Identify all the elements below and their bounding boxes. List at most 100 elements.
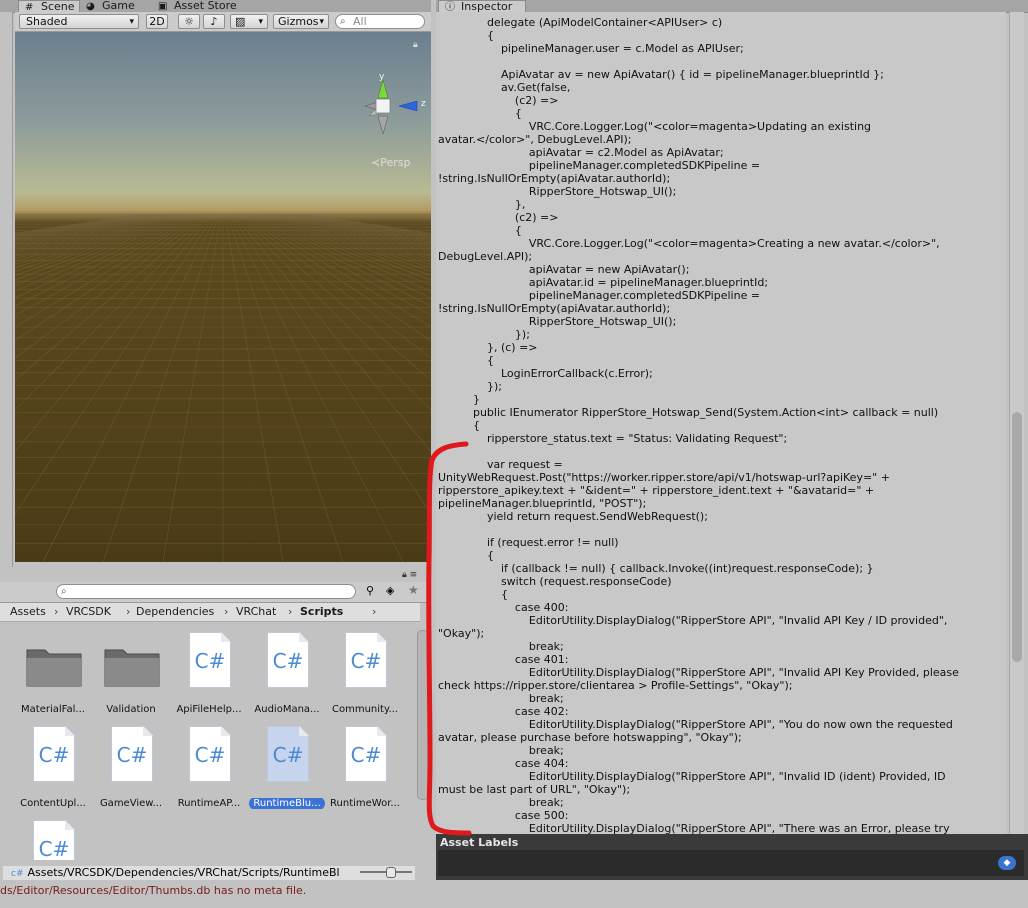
csharp-script-icon: C# bbox=[111, 726, 153, 782]
breadcrumb-item[interactable]: VRChat bbox=[236, 603, 276, 621]
code-line: ripperstore_apikey.text + "&ident=" + ri… bbox=[438, 484, 875, 497]
lock-icon[interactable]: 🔒︎ bbox=[413, 40, 418, 50]
code-line: (c2) => bbox=[438, 94, 559, 107]
grid-line bbox=[15, 213, 202, 316]
console-status-bar[interactable]: ds/Editor/Resources/Editor/Thumbs.db has… bbox=[0, 882, 1028, 900]
grid-line bbox=[15, 213, 190, 276]
console-status-text: ds/Editor/Resources/Editor/Thumbs.db has… bbox=[0, 884, 307, 897]
effects-dropdown[interactable]: ▨ bbox=[230, 14, 268, 29]
orientation-gizmo[interactable]: y z bbox=[363, 72, 431, 142]
tag-icon[interactable]: ◆ bbox=[998, 856, 1016, 870]
code-line: apiAvatar.id = pipelineManager.blueprint… bbox=[438, 276, 769, 289]
code-line: pipelineManager.user = c.Model as APIUse… bbox=[438, 42, 744, 55]
asset-grid-scrollbar[interactable] bbox=[417, 630, 429, 800]
asset-label-text: Community... bbox=[332, 704, 398, 715]
code-line: }); bbox=[438, 380, 502, 393]
code-line: { bbox=[438, 588, 508, 601]
csharp-script-icon: C# bbox=[345, 726, 387, 782]
panel-lock-icon[interactable]: 🔒︎ ≡ bbox=[402, 570, 417, 580]
folder-icon bbox=[26, 649, 82, 687]
breadcrumb-item[interactable]: Scripts bbox=[300, 603, 343, 621]
icon-size-slider[interactable] bbox=[360, 867, 412, 878]
breadcrumb: Assets › VRCSDK › Dependencies › VRChat › Script… bbox=[0, 603, 420, 622]
csharp-script-icon: C# bbox=[267, 632, 309, 688]
toggle-2d-button[interactable]: 2D bbox=[146, 14, 168, 29]
filter-label-icon[interactable]: ◈ bbox=[386, 584, 394, 597]
scene-search-input[interactable]: ⌕ All bbox=[335, 14, 425, 29]
script-item[interactable]: C# Community... bbox=[325, 626, 405, 718]
perspective-label[interactable]: ≺Persp bbox=[371, 156, 410, 169]
inspector-panel: ⓘ Inspector delegate (ApiModelContainer<A… bbox=[436, 0, 1028, 880]
grid-line bbox=[288, 213, 431, 241]
code-line: case 404: bbox=[438, 757, 569, 770]
script-item[interactable]: C# ApiFileHelp... bbox=[169, 626, 249, 718]
csharp-glyph: C# bbox=[116, 743, 148, 767]
icon-size-slider-knob[interactable] bbox=[386, 867, 396, 878]
inspector-scrollbar[interactable] bbox=[1009, 12, 1024, 834]
code-line: { bbox=[438, 107, 522, 120]
gizmos-dropdown[interactable]: Gizmos bbox=[273, 14, 329, 29]
breadcrumb-item[interactable]: VRCSDK bbox=[66, 603, 111, 621]
grid-line bbox=[15, 213, 172, 251]
script-item[interactable]: C# RuntimeAP... bbox=[169, 720, 249, 812]
project-search-input[interactable]: ⌕ bbox=[56, 584, 356, 599]
asset-label: ApiFileHelp... bbox=[169, 704, 249, 715]
breadcrumb-separator-icon: › bbox=[288, 605, 293, 618]
breadcrumb-item[interactable]: Dependencies bbox=[136, 603, 214, 621]
code-line: }, (c) => bbox=[438, 341, 538, 354]
script-item[interactable]: C# GameView... bbox=[91, 720, 171, 812]
project-toolbar: ⌕ ⚲ ◈ ★ bbox=[0, 582, 431, 603]
csharp-glyph: C# bbox=[194, 649, 226, 673]
audio-toggle[interactable]: ♪ bbox=[203, 14, 225, 29]
persp-text: Persp bbox=[380, 156, 411, 169]
code-line: break; bbox=[438, 796, 564, 809]
filter-type-icon[interactable]: ⚲ bbox=[366, 584, 374, 597]
selected-asset-path-text: Assets/VRCSDK/Dependencies/VRChat/Script… bbox=[27, 866, 340, 879]
csharp-script-icon: C# bbox=[33, 726, 75, 782]
left-panel-edge bbox=[0, 12, 13, 567]
toggle-2d-label: 2D bbox=[149, 15, 165, 28]
scene-viewport[interactable]: y z 🔒︎ ≺Persp bbox=[15, 32, 431, 562]
folder-item[interactable]: MaterialFal... bbox=[13, 626, 93, 718]
asset-label-text: Validation bbox=[106, 704, 156, 715]
script-item[interactable]: C# RuntimeWor... bbox=[325, 720, 405, 812]
grid-line bbox=[42, 213, 218, 562]
grid-line bbox=[15, 213, 216, 515]
script-item[interactable]: C# RuntimeBlu... bbox=[247, 720, 327, 812]
asset-label: RuntimeAP... bbox=[169, 798, 249, 809]
inspector-scrollbar-thumb[interactable] bbox=[1012, 412, 1022, 662]
grid-line bbox=[15, 213, 178, 257]
code-line: check https://ripper.store/clientarea > … bbox=[438, 679, 793, 692]
breadcrumb-item[interactable]: Assets bbox=[10, 603, 46, 621]
script-item[interactable]: C# ContentUpl... bbox=[13, 720, 93, 812]
code-line: DebugLevel.API); bbox=[438, 250, 533, 263]
script-item[interactable]: C# AudioMana... bbox=[247, 626, 327, 718]
grid-line bbox=[15, 213, 158, 241]
code-line: break; bbox=[438, 692, 564, 705]
csharp-glyph: C# bbox=[350, 743, 382, 767]
grid-line bbox=[15, 213, 204, 328]
script-item[interactable]: C# bbox=[13, 814, 93, 860]
csharp-glyph: C# bbox=[194, 743, 226, 767]
grid-line bbox=[15, 213, 182, 262]
tab-game-label: Game bbox=[102, 0, 135, 12]
search-icon: ⌕ bbox=[340, 16, 346, 27]
code-line: if (callback != null) { callback.Invoke(… bbox=[438, 562, 874, 575]
grid-line bbox=[15, 213, 214, 453]
script-file-icon: c# bbox=[11, 869, 24, 879]
shading-mode-dropdown[interactable]: Shaded bbox=[19, 14, 139, 29]
code-line: var request = bbox=[438, 458, 563, 471]
grid-line bbox=[280, 213, 431, 246]
script-preview[interactable]: delegate (ApiModelContainer<APIUser> c) … bbox=[436, 12, 1006, 834]
asset-label-text: RuntimeBlu... bbox=[249, 798, 325, 809]
csharp-glyph: C# bbox=[350, 649, 382, 673]
asset-label-text: GameView... bbox=[99, 798, 163, 809]
sun-icon: ☼ bbox=[184, 15, 194, 28]
asset-label: ContentUpl... bbox=[13, 798, 93, 809]
csharp-script-icon: C# bbox=[189, 726, 231, 782]
code-line: } bbox=[438, 393, 480, 406]
favorite-star-icon[interactable]: ★ bbox=[408, 583, 419, 597]
grid-line bbox=[15, 213, 168, 247]
folder-item[interactable]: Validation bbox=[91, 626, 171, 718]
lighting-toggle[interactable]: ☼ bbox=[178, 14, 200, 29]
